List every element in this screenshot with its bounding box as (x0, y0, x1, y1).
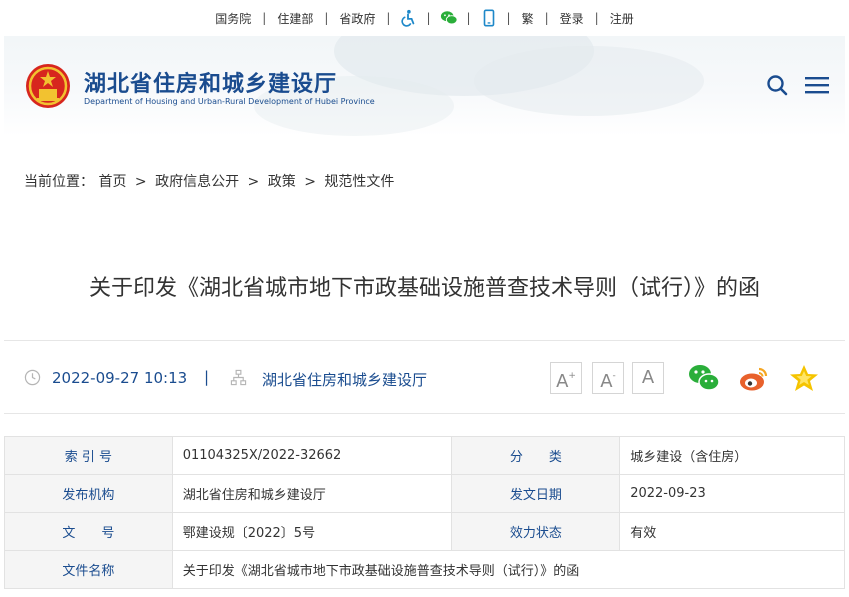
publish-source: 湖北省住房和城乡建设厅 (262, 371, 428, 389)
validity-label: 效力状态 (451, 512, 621, 551)
top-link-zhujianbu[interactable]: 住建部 (275, 10, 315, 27)
validity-value: 有效 (619, 512, 845, 551)
doc-number-value: 鄂建设规〔2022〕5号 (171, 512, 453, 551)
doc-number-label: 文 号 (4, 512, 173, 551)
separator: | (506, 11, 511, 25)
font-decrease-sup: - (612, 371, 616, 381)
document-info-table: 索 引 号 01104325X/2022-32662 分 类 城乡建设（含住房）… (4, 436, 846, 589)
wechat-icon[interactable] (440, 9, 458, 27)
category-label: 分 类 (451, 436, 621, 475)
font-increase-button[interactable]: A+ (550, 362, 582, 394)
font-increase-label: A (556, 371, 569, 392)
index-number-value: 01104325X/2022-32662 (171, 436, 453, 475)
issue-date-value: 2022-09-23 (619, 474, 845, 513)
search-icon[interactable] (766, 74, 788, 96)
accessibility-icon[interactable] (399, 9, 417, 27)
breadcrumb: 当前位置： 首页 > 政府信息公开 > 政策 > 规范性文件 (24, 171, 394, 191)
breadcrumb-policy[interactable]: 政策 (268, 174, 296, 190)
register-link[interactable]: 注册 (608, 10, 636, 27)
org-structure-icon (230, 369, 247, 386)
article-title: 关于印发《湖北省城市地下市政基础设施普查技术导则（试行）》的函 (88, 276, 760, 301)
table-row: 索 引 号 01104325X/2022-32662 分 类 城乡建设（含住房） (4, 436, 845, 475)
breadcrumb-separator: > (134, 174, 147, 190)
breadcrumb-separator: > (304, 174, 316, 190)
separator: | (262, 11, 267, 25)
publish-date: 2022-09-27 10:13 (52, 369, 188, 387)
font-reset-button[interactable]: A (632, 362, 664, 394)
separator: | (466, 11, 471, 25)
table-row: 文 号 鄂建设规〔2022〕5号 效力状态 有效 (4, 512, 845, 551)
font-decrease-label: A (600, 371, 613, 392)
meta-divider: | (204, 368, 210, 386)
weibo-share-icon[interactable] (738, 363, 770, 393)
table-row: 发布机构 湖北省住房和城乡建设厅 发文日期 2022-09-23 (4, 474, 845, 513)
doc-name-label: 文件名称 (4, 550, 173, 589)
font-reset-label: A (641, 367, 655, 388)
traditional-chinese-link[interactable]: 繁 (520, 10, 536, 27)
mobile-phone-icon[interactable] (480, 9, 498, 27)
breadcrumb-prefix: 当前位置： (24, 174, 94, 190)
article-meta-bar: 2022-09-27 10:13 | 湖北省住房和城乡建设厅 A+ A- A (4, 340, 845, 414)
index-number-label: 索 引 号 (4, 436, 173, 475)
wechat-share-icon[interactable] (688, 363, 720, 393)
separator: | (324, 11, 329, 25)
favorite-star-icon[interactable] (788, 363, 820, 393)
issue-date-label: 发文日期 (451, 474, 621, 513)
breadcrumb-gov-info[interactable]: 政府信息公开 (155, 174, 239, 190)
separator: | (426, 11, 431, 25)
font-increase-sup: + (568, 371, 576, 381)
national-emblem-icon[interactable] (24, 62, 72, 110)
doc-name-value: 关于印发《湖北省城市地下市政基础设施普查技术导则（试行）》的函 (171, 550, 846, 589)
site-title[interactable]: 湖北省住房和城乡建设厅 (84, 66, 337, 98)
breadcrumb-normative-docs[interactable]: 规范性文件 (324, 174, 394, 190)
top-links: 国务院 | 住建部 | 省政府 | | | | 繁 | 登录 | 注册 (0, 0, 849, 36)
clock-icon (24, 369, 41, 386)
separator: | (594, 11, 599, 25)
header-decoration (474, 46, 704, 116)
font-decrease-button[interactable]: A- (592, 362, 624, 394)
login-link[interactable]: 登录 (558, 10, 586, 27)
site-subtitle-en: Department of Housing and Urban-Rural De… (84, 97, 375, 106)
table-row: 文件名称 关于印发《湖北省城市地下市政基础设施普查技术导则（试行）》的函 (4, 550, 846, 589)
issuer-value: 湖北省住房和城乡建设厅 (171, 474, 453, 513)
issuer-label: 发布机构 (4, 474, 173, 513)
site-header: 湖北省住房和城乡建设厅 Department of Housing and Ur… (4, 36, 845, 136)
separator: | (544, 11, 549, 25)
top-bar: 国务院 | 住建部 | 省政府 | | | | 繁 | 登录 | 注册 (0, 0, 849, 36)
breadcrumb-separator: > (247, 174, 260, 190)
category-value: 城乡建设（含住房） (619, 436, 845, 475)
top-link-guowuyuan[interactable]: 国务院 (213, 10, 253, 27)
menu-icon[interactable] (804, 74, 830, 96)
top-link-shengzhengfu[interactable]: 省政府 (337, 10, 377, 27)
breadcrumb-home[interactable]: 首页 (98, 174, 126, 190)
separator: | (386, 11, 391, 25)
